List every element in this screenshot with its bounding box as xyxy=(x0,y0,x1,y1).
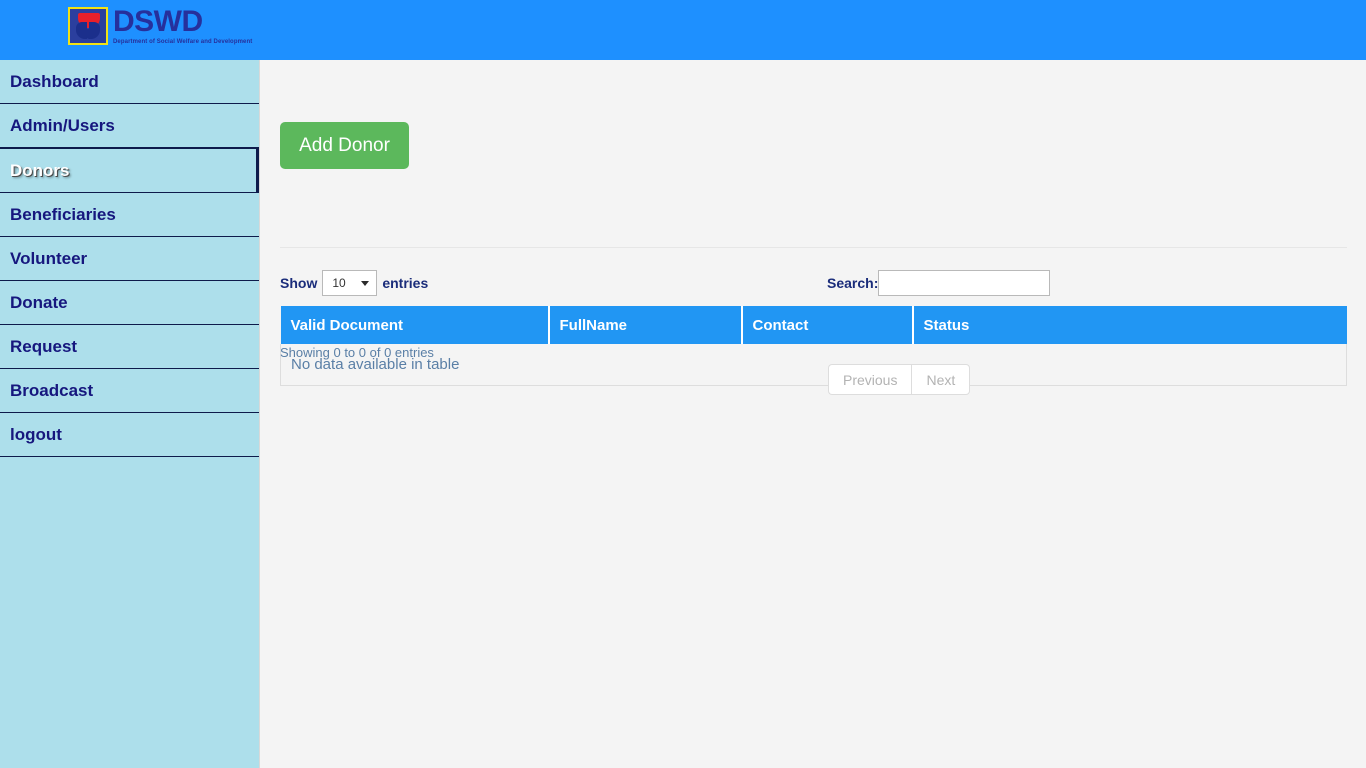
brand-title: DSWD xyxy=(113,7,252,37)
datatable-info-text: Showing 0 to 0 of 0 entries xyxy=(280,345,434,360)
next-page-button[interactable]: Next xyxy=(911,364,970,395)
sidebar-item-broadcast[interactable]: Broadcast xyxy=(0,369,259,413)
brand-text-block: DSWD Department of Social Welfare and De… xyxy=(113,7,252,45)
column-header-contact[interactable]: Contact xyxy=(742,306,913,344)
sidebar-item-volunteer[interactable]: Volunteer xyxy=(0,237,259,281)
table-row-empty: No data available in table xyxy=(281,344,1347,386)
sidebar-item-donors[interactable]: Donors xyxy=(0,148,259,193)
entries-per-page-value: 10 xyxy=(332,276,345,290)
main-content: Add Donor Show 10 entries Search: Valid … xyxy=(261,60,1366,768)
sidebar-item-dashboard[interactable]: Dashboard xyxy=(0,60,259,104)
top-header-bar: DSWD Department of Social Welfare and De… xyxy=(0,0,1366,60)
pagination-controls: Previous Next xyxy=(828,364,970,395)
table-header-row: Valid Document FullName Contact Status xyxy=(281,306,1347,344)
empty-table-message: No data available in table xyxy=(281,344,1347,386)
search-label: Search: xyxy=(827,275,878,291)
brand-logo[interactable]: DSWD Department of Social Welfare and De… xyxy=(68,7,252,45)
content-divider xyxy=(280,247,1347,248)
column-header-status[interactable]: Status xyxy=(913,306,1347,344)
sidebar-item-donate[interactable]: Donate xyxy=(0,281,259,325)
search-input[interactable] xyxy=(878,270,1050,296)
length-label-after: entries xyxy=(382,275,428,291)
donors-table-body: No data available in table xyxy=(281,344,1347,386)
donors-table: Valid Document FullName Contact Status N… xyxy=(280,306,1347,386)
datatable-length-control: Show 10 entries xyxy=(280,270,428,296)
brand-subtitle: Department of Social Welfare and Develop… xyxy=(113,39,252,45)
sidebar-item-request[interactable]: Request xyxy=(0,325,259,369)
previous-page-button[interactable]: Previous xyxy=(828,364,911,395)
add-donor-button[interactable]: Add Donor xyxy=(280,122,409,169)
sidebar-item-beneficiaries[interactable]: Beneficiaries xyxy=(0,193,259,237)
donors-table-head: Valid Document FullName Contact Status xyxy=(281,306,1347,344)
sidebar-nav: Dashboard Admin/Users Donors Beneficiari… xyxy=(0,60,260,768)
sidebar-item-logout[interactable]: logout xyxy=(0,413,259,457)
entries-per-page-select[interactable]: 10 xyxy=(322,270,377,296)
length-label-before: Show xyxy=(280,275,317,291)
column-header-fullname[interactable]: FullName xyxy=(549,306,742,344)
column-header-valid-document[interactable]: Valid Document xyxy=(281,306,549,344)
dswd-logo-icon xyxy=(68,7,108,45)
datatable-search-control: Search: xyxy=(827,270,1050,296)
sidebar-item-admin-users[interactable]: Admin/Users xyxy=(0,104,259,148)
logo-hand-center-shape xyxy=(86,29,93,39)
chevron-down-icon xyxy=(361,281,369,286)
